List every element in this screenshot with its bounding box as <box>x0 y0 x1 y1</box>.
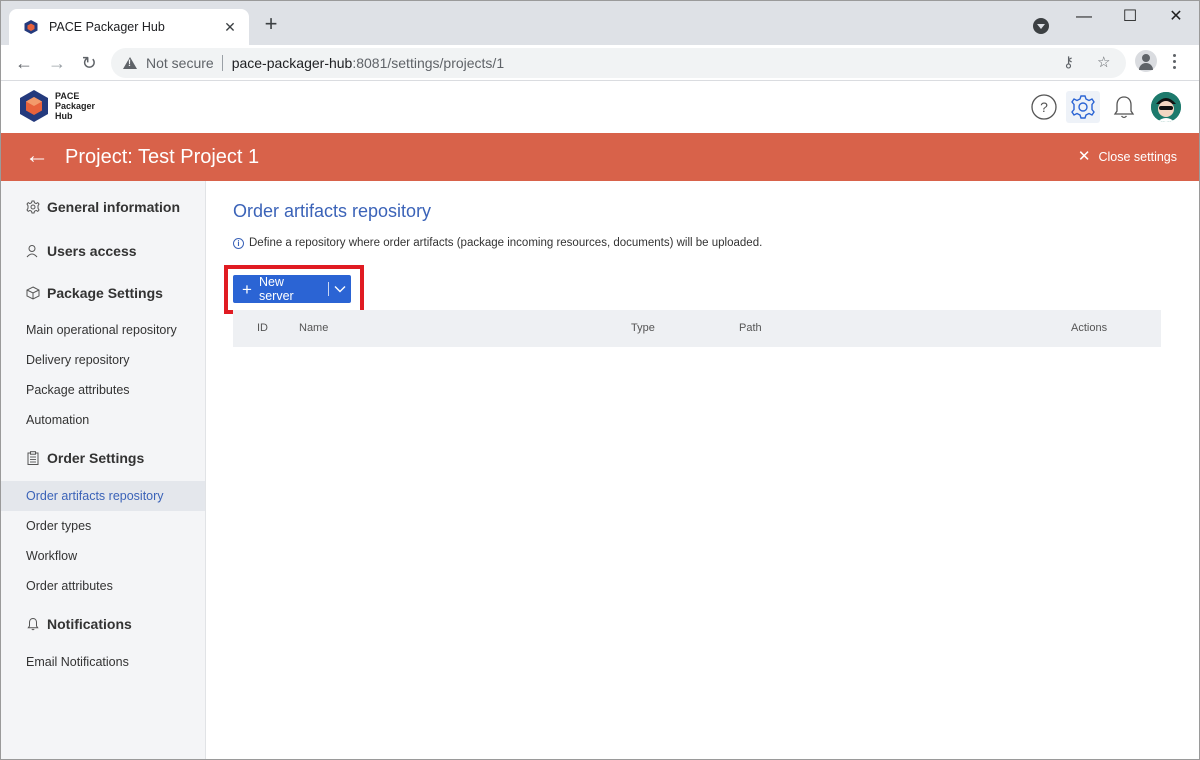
clipboard-icon <box>27 451 39 465</box>
tab-close-icon[interactable]: ✕ <box>221 19 239 36</box>
sidebar-item-order-artifacts-repository[interactable]: Order artifacts repository <box>1 481 205 511</box>
omnibox-separator <box>221 55 223 71</box>
url-host: pace-packager-hub <box>231 55 353 71</box>
column-header-path[interactable]: Path <box>739 322 762 334</box>
close-icon: ✕ <box>1077 148 1091 165</box>
warning-icon <box>123 57 137 69</box>
package-icon <box>26 286 40 300</box>
app-logo[interactable]: PACE Packager Hub <box>19 89 95 123</box>
sidebar-section-notifications[interactable]: Notifications <box>26 614 132 634</box>
section-title: Order artifacts repository <box>233 201 432 221</box>
page-title: Project: Test Project 1 <box>65 146 260 168</box>
browser-tab[interactable]: PACE Packager Hub ✕ <box>9 9 249 45</box>
browser-profile-icon[interactable] <box>1135 50 1157 72</box>
close-settings-label: Close settings <box>1098 150 1177 164</box>
sidebar-item-order-types[interactable]: Order types <box>1 511 205 541</box>
security-label: Not secure <box>146 55 214 71</box>
settings-sidebar: General information Users access Package… <box>1 181 206 759</box>
sidebar-section-label: Notifications <box>47 616 132 632</box>
column-header-name[interactable]: Name <box>299 322 328 334</box>
sidebar-item-workflow[interactable]: Workflow <box>1 541 205 571</box>
logo-text: PACE Packager Hub <box>55 91 95 121</box>
sidebar-section-general-information[interactable]: General information <box>26 197 180 217</box>
bookmark-star-icon[interactable]: ☆ <box>1097 48 1110 78</box>
info-icon: i <box>233 237 244 249</box>
settings-button[interactable] <box>1066 91 1100 123</box>
forward-icon[interactable]: → <box>45 51 69 75</box>
new-server-dropdown-toggle[interactable] <box>329 285 351 293</box>
plus-icon: + <box>242 279 252 299</box>
sidebar-item-delivery-repository[interactable]: Delivery repository <box>1 345 205 375</box>
user-avatar[interactable] <box>1151 92 1181 122</box>
sidebar-section-label: Users access <box>47 243 137 259</box>
new-server-button[interactable]: + New server <box>233 275 351 303</box>
url-path: :8081/settings/projects/1 <box>352 55 505 71</box>
logo-text-line3: Hub <box>55 111 73 121</box>
maximize-icon[interactable]: ☐ <box>1107 7 1153 27</box>
sidebar-section-order-settings[interactable]: Order Settings <box>26 448 144 468</box>
logo-text-line2: Packager <box>55 101 96 111</box>
tab-search-icon[interactable] <box>1033 18 1049 34</box>
chevron-down-icon <box>334 286 346 293</box>
sidebar-item-order-attributes[interactable]: Order attributes <box>1 571 205 601</box>
info-text: Define a repository where order artifact… <box>249 237 763 249</box>
back-arrow-icon[interactable]: ← <box>25 144 49 168</box>
close-settings-button[interactable]: ✕ Close settings <box>1077 148 1177 165</box>
bell-icon[interactable] <box>1110 93 1138 121</box>
sidebar-section-label: Package Settings <box>47 285 163 301</box>
minimize-icon[interactable]: — <box>1061 7 1107 27</box>
back-icon[interactable]: ← <box>12 51 36 75</box>
logo-text-line1: PACE <box>55 91 80 101</box>
tab-strip: PACE Packager Hub ✕ + — ☐ ✕ <box>1 1 1199 45</box>
gear-icon <box>26 200 40 214</box>
sidebar-section-label: Order Settings <box>47 450 145 466</box>
sidebar-item-email-notifications[interactable]: Email Notifications <box>1 647 205 677</box>
sidebar-item-automation[interactable]: Automation <box>1 405 205 435</box>
browser-window: PACE Packager Hub ✕ + — ☐ ✕ ← → ↻ Not se… <box>0 0 1200 760</box>
window-close-icon[interactable]: ✕ <box>1153 7 1199 27</box>
key-icon[interactable]: ⚷ <box>1063 48 1074 78</box>
sidebar-section-package-settings[interactable]: Package Settings <box>26 283 163 303</box>
column-header-id[interactable]: ID <box>257 322 268 334</box>
sidebar-section-label: General information <box>47 199 181 215</box>
gear-icon <box>1071 95 1095 119</box>
help-icon[interactable]: ? <box>1030 93 1058 121</box>
tab-title: PACE Packager Hub <box>49 20 165 34</box>
browser-menu-icon[interactable] <box>1164 51 1184 71</box>
app-header: PACE Packager Hub ? <box>1 81 1199 133</box>
column-header-type[interactable]: Type <box>631 322 655 334</box>
info-description: i Define a repository where order artifa… <box>233 237 762 249</box>
svg-text:?: ? <box>1040 99 1048 115</box>
pace-favicon-icon <box>24 20 38 34</box>
table-header: ID Name Type Path Actions <box>233 310 1161 347</box>
new-server-label: New server <box>258 275 294 303</box>
sidebar-section-users-access[interactable]: Users access <box>26 241 137 261</box>
pace-logo-icon <box>20 90 48 122</box>
project-banner: ← Project: Test Project 1 ✕ Close settin… <box>1 133 1199 181</box>
bell-icon <box>27 617 39 631</box>
new-tab-icon[interactable]: + <box>259 13 283 37</box>
column-header-actions: Actions <box>1071 322 1108 334</box>
reload-icon[interactable]: ↻ <box>77 51 101 75</box>
sidebar-item-main-operational-repository[interactable]: Main operational repository <box>1 315 205 345</box>
sidebar-item-package-attributes[interactable]: Package attributes <box>1 375 205 405</box>
avatar-face-icon <box>1151 92 1181 122</box>
browser-toolbar: ← → ↻ Not secure pace-packager-hub:8081/… <box>1 45 1199 81</box>
user-icon <box>26 245 38 258</box>
address-bar[interactable]: Not secure pace-packager-hub:8081/settin… <box>111 48 1126 78</box>
